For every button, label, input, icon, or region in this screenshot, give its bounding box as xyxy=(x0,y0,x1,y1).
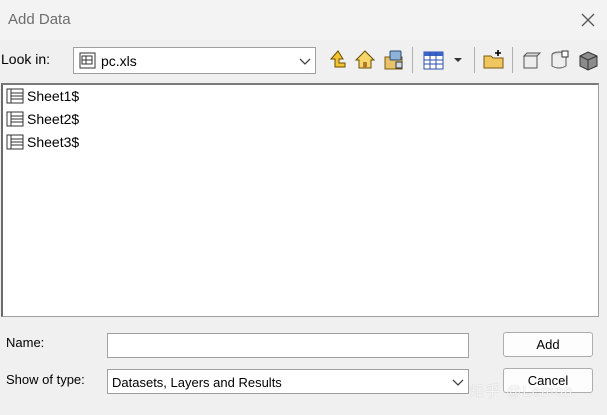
new-geodatabase-icon[interactable] xyxy=(521,48,543,72)
list-item-label: Sheet2$ xyxy=(27,111,80,127)
look-in-value: pc.xls xyxy=(101,53,137,69)
watermark: 知乎 @Lemon xyxy=(469,383,574,400)
add-button[interactable]: Add xyxy=(503,332,593,357)
dataset-list[interactable]: Sheet1$ Sheet2$ Sheet3$ xyxy=(1,83,599,317)
title-bar: Add Data xyxy=(0,0,607,40)
table-icon xyxy=(6,88,24,104)
chevron-down-icon[interactable] xyxy=(452,376,464,388)
home-icon[interactable] xyxy=(354,48,376,72)
table-icon xyxy=(6,111,24,127)
view-menu-chevron-icon[interactable] xyxy=(451,48,465,72)
new-feature-dataset-icon[interactable] xyxy=(577,48,601,72)
new-folder-icon[interactable] xyxy=(482,48,506,72)
list-item[interactable]: Sheet2$ xyxy=(6,109,79,129)
toolbar-separator xyxy=(412,47,413,73)
look-in-label: Look in: xyxy=(1,51,51,67)
list-item[interactable]: Sheet1$ xyxy=(6,86,79,106)
list-item-label: Sheet1$ xyxy=(27,88,80,104)
close-icon[interactable] xyxy=(577,9,599,31)
list-item[interactable]: Sheet3$ xyxy=(6,132,79,152)
name-input[interactable] xyxy=(107,333,469,358)
new-shapefile-icon[interactable] xyxy=(549,48,571,72)
toolbar-separator xyxy=(512,47,513,73)
list-item-label: Sheet3$ xyxy=(27,134,80,150)
chevron-down-icon[interactable] xyxy=(299,55,311,67)
name-label: Name: xyxy=(6,335,45,350)
show-of-type-value: Datasets, Layers and Results xyxy=(112,375,282,390)
up-one-level-icon[interactable] xyxy=(327,48,349,72)
table-icon xyxy=(6,134,24,150)
look-in-dropdown[interactable]: pc.xls xyxy=(73,47,316,74)
connect-folder-icon[interactable] xyxy=(382,48,406,72)
workbook-icon xyxy=(79,52,96,69)
show-of-type-dropdown[interactable]: Datasets, Layers and Results xyxy=(107,369,469,394)
window-title: Add Data xyxy=(8,11,71,28)
view-list-icon[interactable] xyxy=(422,48,446,72)
show-of-type-label: Show of type: xyxy=(6,372,85,387)
toolbar-separator xyxy=(474,47,475,73)
